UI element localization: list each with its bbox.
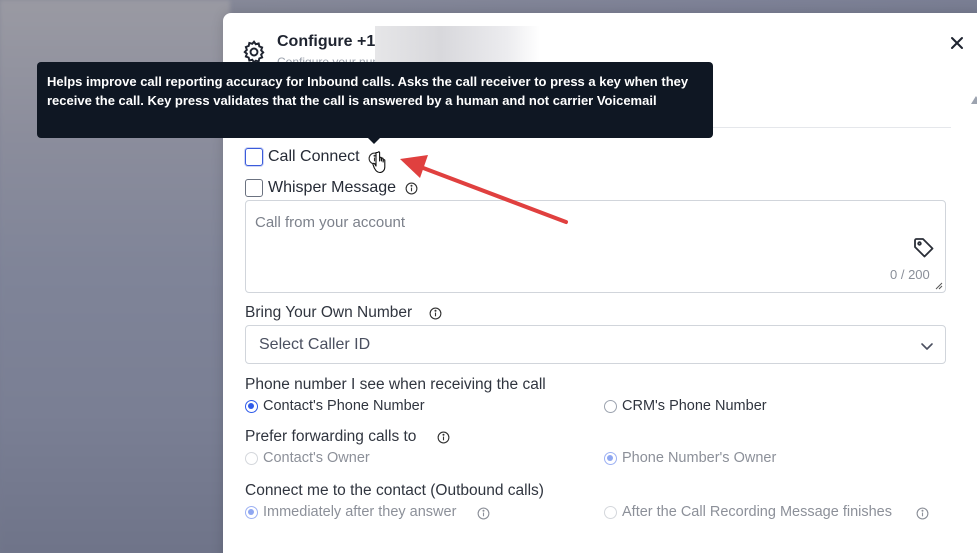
call-connect-checkbox[interactable] <box>245 148 263 166</box>
caller-id-select[interactable]: Select Caller ID <box>245 325 946 364</box>
phone-seen-option-contact-radio[interactable] <box>245 400 258 413</box>
phone-seen-label: Phone number I see when receiving the ca… <box>245 376 546 393</box>
close-button[interactable] <box>945 31 969 55</box>
scroll-up-indicator[interactable] <box>971 96 977 104</box>
info-icon[interactable] <box>405 182 418 195</box>
forwarding-option-contact-owner[interactable]: Contact's Owner <box>263 450 370 466</box>
info-icon[interactable] <box>437 431 450 444</box>
whisper-message-placeholder: Call from your account <box>255 214 406 231</box>
whisper-message-textarea[interactable]: Call from your account 0 / 200 <box>245 200 946 293</box>
info-icon[interactable] <box>916 507 929 520</box>
phone-seen-option-crm-radio[interactable] <box>604 400 617 413</box>
chevron-down-icon <box>921 343 933 350</box>
caller-id-select-value: Select Caller ID <box>259 336 371 353</box>
close-icon <box>951 37 963 49</box>
forwarding-label: Prefer forwarding calls to <box>245 428 417 445</box>
call-connect-tooltip: Helps improve call reporting accuracy fo… <box>37 62 713 138</box>
modal-title: Configure +1 <box>277 33 376 50</box>
connect-option-immediately[interactable]: Immediately after they answer <box>263 504 456 520</box>
forwarding-option-number-owner[interactable]: Phone Number's Owner <box>622 450 776 466</box>
connect-option-after-recording[interactable]: After the Call Recording Message finishe… <box>622 504 892 520</box>
redacted-phone-number <box>375 26 540 64</box>
info-icon[interactable] <box>429 307 442 320</box>
connect-label: Connect me to the contact (Outbound call… <box>245 482 544 499</box>
phone-seen-option-contact[interactable]: Contact's Phone Number <box>263 398 425 414</box>
connect-option-immediately-radio[interactable] <box>245 506 258 519</box>
phone-seen-option-crm[interactable]: CRM's Phone Number <box>622 398 767 414</box>
byon-label: Bring Your Own Number <box>245 304 413 321</box>
forwarding-option-number-owner-radio[interactable] <box>604 452 617 465</box>
connect-option-after-recording-radio[interactable] <box>604 506 617 519</box>
info-icon[interactable] <box>477 507 490 520</box>
call-connect-label: Call Connect <box>268 148 360 165</box>
tag-icon[interactable] <box>912 236 936 260</box>
whisper-message-checkbox[interactable] <box>245 179 263 197</box>
char-count: 0 / 200 <box>890 267 930 282</box>
hand-pointer-icon <box>372 151 386 174</box>
forwarding-option-contact-owner-radio[interactable] <box>245 452 258 465</box>
tooltip-arrow <box>367 137 381 144</box>
whisper-message-label: Whisper Message <box>268 179 397 196</box>
resize-handle[interactable] <box>935 282 943 290</box>
